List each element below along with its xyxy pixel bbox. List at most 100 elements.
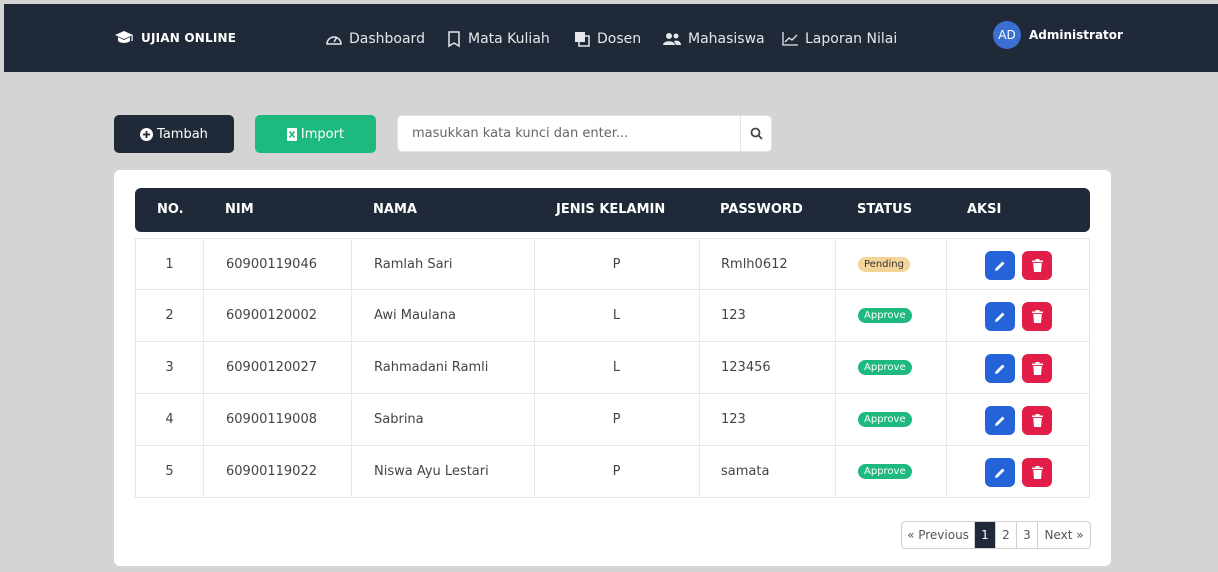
trash-icon xyxy=(1031,362,1043,375)
chart-line-icon xyxy=(782,32,798,46)
pagination-page-1[interactable]: 1 xyxy=(975,522,996,548)
nav-dashboard[interactable]: Dashboard xyxy=(325,28,425,50)
trash-icon xyxy=(1031,310,1043,323)
status-badge: Approve xyxy=(858,464,912,479)
table-row: 5 60900119022 Niswa Ayu Lestari P samata… xyxy=(135,446,1090,498)
nav-laporan-nilai[interactable]: Laporan Nilai xyxy=(781,28,897,50)
cell-nim: 60900119022 xyxy=(226,464,317,479)
col-aksi: AKSI xyxy=(967,202,1002,217)
trash-icon xyxy=(1031,259,1043,272)
cell-nim: 60900119046 xyxy=(226,257,317,272)
cell-jenis-kelamin: L xyxy=(612,308,621,323)
nav-mata-kuliah[interactable]: Mata Kuliah xyxy=(446,28,550,50)
table-row: 4 60900119008 Sabrina P 123 Approve xyxy=(135,394,1090,446)
table-row: 1 60900119046 Ramlah Sari P Rmlh0612 Pen… xyxy=(135,238,1090,290)
delete-button[interactable] xyxy=(1022,354,1052,383)
col-password: PASSWORD xyxy=(720,202,803,217)
delete-button[interactable] xyxy=(1022,251,1052,280)
cell-jenis-kelamin: P xyxy=(612,464,621,479)
add-button[interactable]: Tambah xyxy=(114,115,234,153)
search-icon xyxy=(750,127,763,140)
status-badge: Approve xyxy=(858,308,912,323)
brand-label: UJIAN ONLINE xyxy=(141,31,237,45)
plus-circle-icon xyxy=(140,127,154,141)
book-icon xyxy=(448,31,460,48)
nav-mahasiswa-label: Mahasiswa xyxy=(688,31,765,47)
edit-button[interactable] xyxy=(985,458,1015,487)
cell-password: 123 xyxy=(721,412,746,427)
cell-nama: Rahmadani Ramli xyxy=(374,360,489,375)
cell-jenis-kelamin: L xyxy=(612,360,621,375)
cell-nama: Ramlah Sari xyxy=(374,257,453,272)
cell-nama: Niswa Ayu Lestari xyxy=(374,464,489,479)
table-header: NO. NIM NAMA JENIS KELAMIN PASSWORD STAT… xyxy=(135,188,1090,232)
graduation-cap-icon xyxy=(115,31,133,43)
pencil-icon xyxy=(995,312,1005,322)
cell-password: 123 xyxy=(721,308,746,323)
search-input[interactable] xyxy=(398,116,740,151)
cell-nim: 60900120002 xyxy=(226,308,317,323)
pagination-previous[interactable]: « Previous xyxy=(902,522,975,548)
cell-no: 3 xyxy=(165,360,174,375)
delete-button[interactable] xyxy=(1022,406,1052,435)
edit-button[interactable] xyxy=(985,406,1015,435)
cell-password: 123456 xyxy=(721,360,771,375)
status-badge: Approve xyxy=(858,412,912,427)
cell-no: 1 xyxy=(165,257,174,272)
pagination-page-2[interactable]: 2 xyxy=(996,522,1017,548)
top-navbar: UJIAN ONLINE Dashboard Mata Kuliah Dosen… xyxy=(4,4,1218,72)
cell-nama: Awi Maulana xyxy=(374,308,456,323)
nav-mata-kuliah-label: Mata Kuliah xyxy=(468,31,550,47)
nav-dosen[interactable]: Dosen xyxy=(573,28,641,50)
cell-jenis-kelamin: P xyxy=(612,257,621,272)
cell-password: Rmlh0612 xyxy=(721,257,788,272)
nav-dashboard-label: Dashboard xyxy=(349,31,425,47)
status-badge: Approve xyxy=(858,360,912,375)
edit-button[interactable] xyxy=(985,354,1015,383)
delete-button[interactable] xyxy=(1022,302,1052,331)
pencil-icon xyxy=(995,468,1005,478)
cell-no: 4 xyxy=(165,412,174,427)
pagination-next[interactable]: Next » xyxy=(1038,522,1090,548)
status-badge: Pending xyxy=(858,257,910,272)
col-nim: NIM xyxy=(225,202,254,217)
nav-mahasiswa[interactable]: Mahasiswa xyxy=(662,28,765,50)
col-jenis-kelamin: JENIS KELAMIN xyxy=(556,202,666,217)
import-button-label: Import xyxy=(300,126,345,142)
pagination-page-3[interactable]: 3 xyxy=(1017,522,1038,548)
pencil-icon xyxy=(995,261,1005,271)
cell-jenis-kelamin: P xyxy=(612,412,621,427)
cell-no: 2 xyxy=(165,308,174,323)
search-box xyxy=(397,115,772,152)
trash-icon xyxy=(1031,414,1043,427)
cell-no: 5 xyxy=(165,464,174,479)
pagination: « Previous 1 2 3 Next » xyxy=(901,521,1091,549)
cell-nim: 60900119008 xyxy=(226,412,317,427)
trash-icon xyxy=(1031,466,1043,479)
pencil-icon xyxy=(995,364,1005,374)
gauge-icon xyxy=(326,36,342,45)
add-button-label: Tambah xyxy=(157,126,208,142)
edit-button[interactable] xyxy=(985,251,1015,280)
table-body: 1 60900119046 Ramlah Sari P Rmlh0612 Pen… xyxy=(135,238,1090,498)
search-button[interactable] xyxy=(740,116,771,151)
edit-button[interactable] xyxy=(985,302,1015,331)
excel-file-icon xyxy=(286,127,297,141)
copy-icon xyxy=(575,32,590,47)
import-button[interactable]: Import xyxy=(255,115,376,153)
col-nama: NAMA xyxy=(373,202,417,217)
cell-nama: Sabrina xyxy=(374,412,424,427)
user-name: Administrator xyxy=(1029,28,1123,42)
col-status: STATUS xyxy=(857,202,913,217)
cell-password: samata xyxy=(721,464,770,479)
table-row: 3 60900120027 Rahmadani Ramli L 123456 A… xyxy=(135,342,1090,394)
nav-laporan-nilai-label: Laporan Nilai xyxy=(805,31,898,47)
col-no: NO. xyxy=(157,202,184,217)
users-icon xyxy=(663,33,681,45)
brand[interactable]: UJIAN ONLINE xyxy=(114,30,236,46)
cell-nim: 60900120027 xyxy=(226,360,317,375)
avatar: AD xyxy=(993,21,1021,49)
nav-dosen-label: Dosen xyxy=(597,31,642,47)
delete-button[interactable] xyxy=(1022,458,1052,487)
user-menu[interactable]: AD Administrator xyxy=(993,21,1123,49)
